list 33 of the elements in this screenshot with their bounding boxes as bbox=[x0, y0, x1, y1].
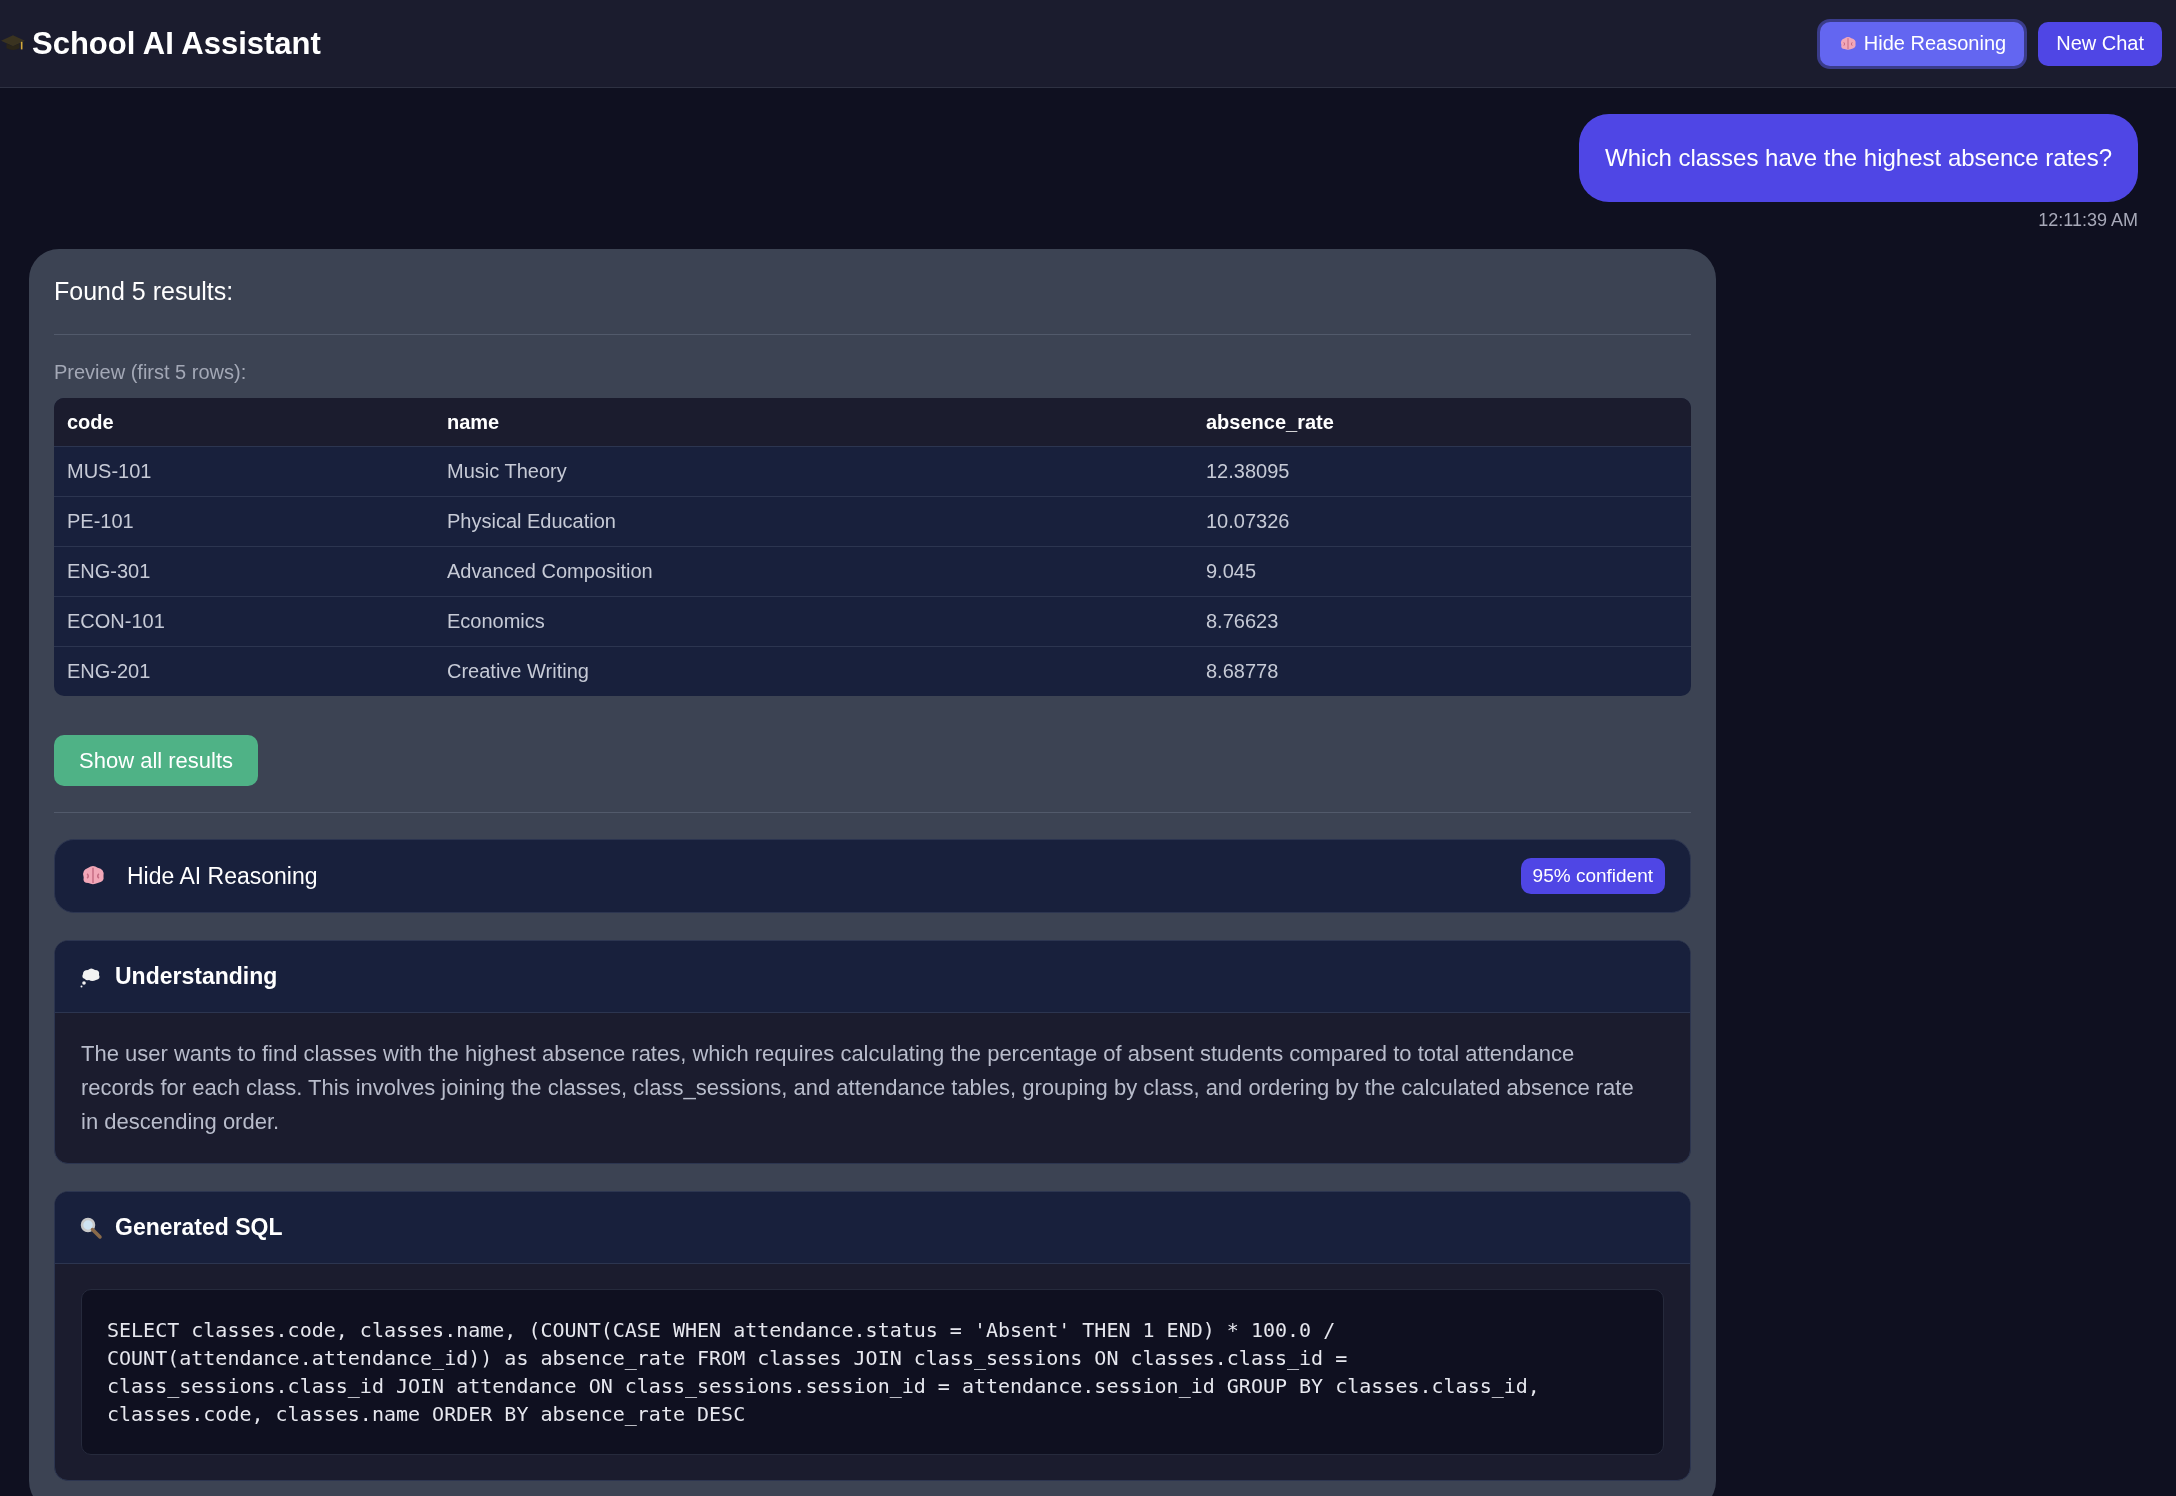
section-title: Understanding bbox=[115, 963, 278, 990]
search-icon bbox=[79, 1215, 103, 1240]
table-cell-text: PE-101 bbox=[66, 510, 135, 533]
table-cell-text: Physical Education bbox=[446, 510, 617, 533]
table-cell-text: 8.68778 bbox=[1205, 660, 1280, 683]
table-cell-text: ECON-101 bbox=[66, 610, 166, 633]
confidence-badge: 95% confident bbox=[1520, 858, 1665, 894]
sql-code-block: SELECT classes.code, classes.name, (COUNT(CASE WHEN attendance.status = 'Absent' THEN 1 END) * 100.0 / COUNT(attendance.attendance_id)) as absence_rate FROM classes JOIN class_sessions ON classes.class_id = class_sessions.class_id JOIN attendance ON class_sessions.session_id = attendance.session_id GROUP BY classes.class_id, classes.code, classes.name ORDER BY absence_rate DESC bbox=[81, 1289, 1664, 1455]
preview-label: Preview (first 5 rows): bbox=[54, 361, 248, 384]
column-header: code bbox=[66, 410, 115, 434]
table-cell-text: 12.38095 bbox=[1205, 460, 1291, 483]
table-cell-text: MUS-101 bbox=[66, 460, 153, 483]
table-cell-text: 8.76623 bbox=[1205, 610, 1280, 633]
table-cell-text: Creative Writing bbox=[446, 660, 590, 683]
understanding-text: The user wants to find classes with the highest absence rates, which requires calculating the percentage of absent students compared to total attendance records for each class. This involves joining the classes, class_sessions, and attendance tables, grouping by class, and ordering by the calculated absence rate in descending order. bbox=[81, 1040, 1635, 1136]
column-header: name bbox=[446, 410, 501, 434]
reasoning-toggle-button[interactable]: Hide Reasoning bbox=[1819, 21, 2025, 66]
table-cell-text: ENG-301 bbox=[66, 560, 152, 583]
table-cell-text: ENG-201 bbox=[66, 660, 152, 683]
section-title: Generated SQL bbox=[115, 1214, 283, 1241]
message-time: 12:11:39 AM bbox=[2038, 210, 2138, 231]
table-cell-text: Music Theory bbox=[446, 460, 568, 483]
reasoning-toggle-label: Hide AI Reasoning bbox=[127, 862, 319, 890]
app-title: School AI Assistant bbox=[32, 25, 321, 62]
new-chat-button[interactable]: New Chat bbox=[2038, 21, 2162, 66]
user-message-bubble: Which classes have the highest absence rates? bbox=[1579, 114, 2138, 202]
table-cell-text: 9.045 bbox=[1205, 560, 1258, 583]
table-cell-text: 10.07326 bbox=[1205, 510, 1291, 533]
column-header: absence_rate bbox=[1205, 410, 1335, 434]
reasoning-toggle-bar[interactable]: Hide AI Reasoning 95% confident bbox=[54, 839, 1691, 913]
table-cell-text: Advanced Composition bbox=[446, 560, 654, 583]
table-cell-text: Economics bbox=[446, 610, 546, 633]
result-summary: Found 5 results: bbox=[54, 277, 235, 306]
